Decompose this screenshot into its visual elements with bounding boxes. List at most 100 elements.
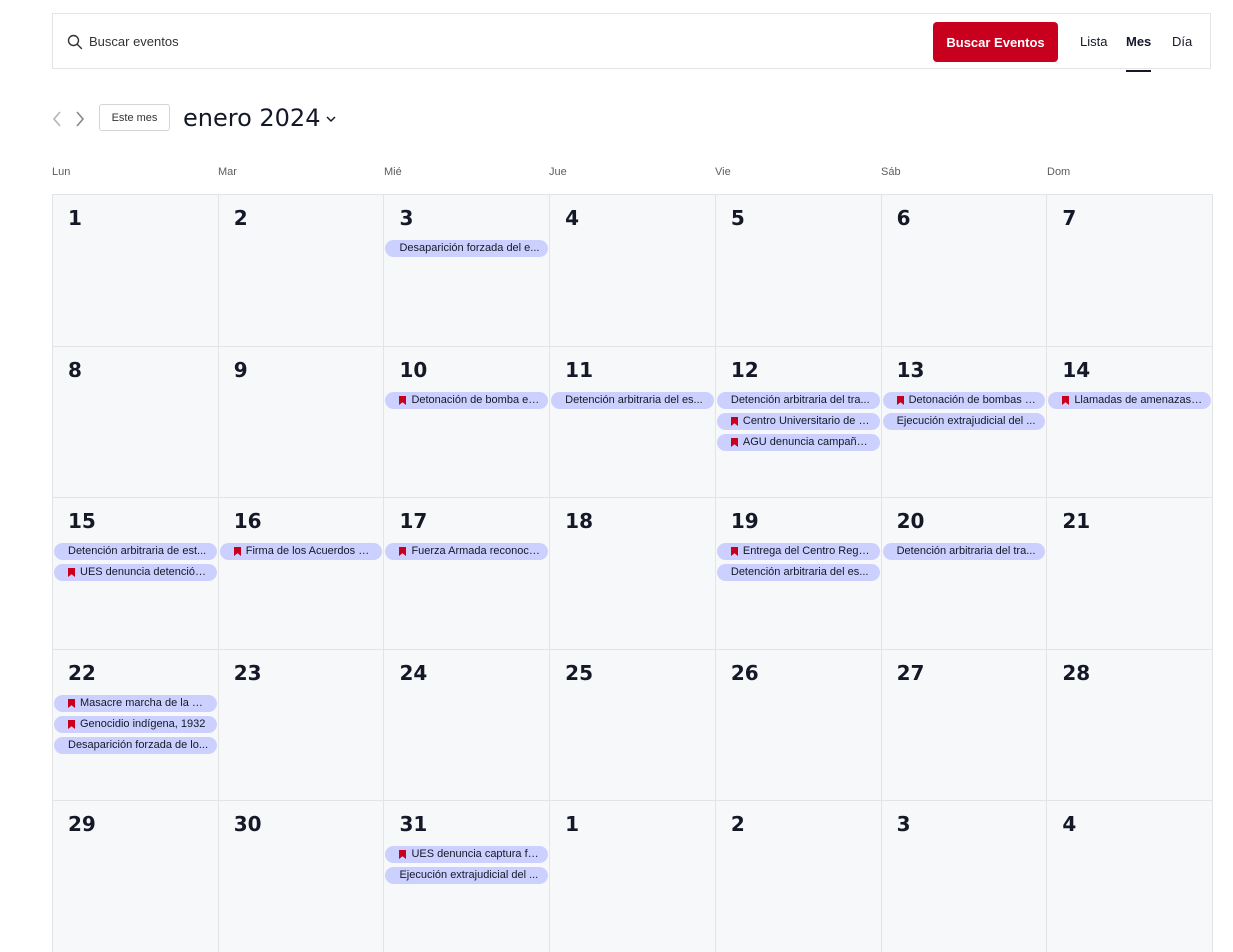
day-number[interactable]: 11: [565, 358, 593, 382]
calendar-day[interactable]: 22 Masacre marcha de la unid... Genocidio …: [52, 648, 218, 800]
day-number[interactable]: 27: [897, 661, 925, 685]
calendar-event[interactable]: Detención arbitraria del es...: [551, 391, 714, 409]
calendar-day[interactable]: 14 Llamadas de amenazas a ...: [1046, 345, 1214, 497]
calendar-day[interactable]: 25: [549, 648, 715, 800]
calendar-day[interactable]: 9: [217, 345, 384, 497]
calendar-day[interactable]: 29: [52, 800, 218, 952]
day-number[interactable]: 18: [565, 509, 593, 533]
calendar-day[interactable]: 31 UES denuncia captura fren... Ejecución …: [383, 800, 550, 952]
day-number[interactable]: 22: [68, 661, 96, 685]
calendar-event[interactable]: UES denuncia captura fren...: [385, 846, 549, 863]
calendar-event[interactable]: UES denuncia detención ar...: [54, 564, 217, 581]
calendar-day[interactable]: 2: [217, 194, 384, 346]
calendar-day[interactable]: 15 Detención arbitraria de est... UES denu…: [52, 497, 218, 649]
calendar-day[interactable]: 3: [880, 800, 1047, 952]
calendar-event[interactable]: AGU denuncia campaña d...: [716, 433, 880, 451]
calendar-event[interactable]: Ejecución extrajudicial del ...: [385, 867, 549, 884]
calendar-day[interactable]: 8: [52, 345, 218, 497]
day-number[interactable]: 4: [1062, 812, 1076, 836]
calendar-day[interactable]: 21: [1046, 497, 1214, 649]
day-number[interactable]: 19: [731, 509, 759, 533]
calendar-day[interactable]: 12 Detención arbitraria del tra... Centro …: [714, 345, 881, 497]
calendar-event[interactable]: Detención arbitraria del es...: [716, 564, 880, 581]
day-number[interactable]: 13: [897, 358, 925, 382]
day-number[interactable]: 23: [234, 661, 262, 685]
calendar-event[interactable]: Ejecución extrajudicial del ...: [882, 412, 1046, 430]
calendar-day[interactable]: 5: [714, 194, 881, 346]
day-number[interactable]: 1: [68, 206, 82, 230]
calendar-day[interactable]: 6: [880, 194, 1047, 346]
view-tab-list[interactable]: Lista: [1080, 14, 1107, 70]
calendar-event[interactable]: Detención arbitraria del tra...: [882, 543, 1046, 560]
calendar-day[interactable]: 24: [383, 648, 550, 800]
calendar-event[interactable]: Masacre marcha de la unid...: [54, 694, 217, 712]
calendar-day[interactable]: 30: [217, 800, 384, 952]
this-month-button[interactable]: Este mes: [99, 104, 170, 131]
calendar-day[interactable]: 27: [880, 648, 1047, 800]
calendar-event[interactable]: Entrega del Centro Region...: [716, 543, 880, 560]
calendar-day[interactable]: 1: [52, 194, 218, 346]
day-number[interactable]: 9: [234, 358, 248, 382]
calendar-day[interactable]: 4: [549, 194, 715, 346]
day-number[interactable]: 30: [234, 812, 262, 836]
calendar-day[interactable]: 28: [1046, 648, 1214, 800]
day-number[interactable]: 7: [1062, 206, 1076, 230]
day-number[interactable]: 10: [399, 358, 427, 382]
view-tab-month[interactable]: Mes: [1126, 14, 1152, 72]
day-number[interactable]: 14: [1062, 358, 1090, 382]
day-number[interactable]: 3: [897, 812, 911, 836]
day-number[interactable]: 25: [565, 661, 593, 685]
calendar-event[interactable]: Llamadas de amenazas a ...: [1048, 391, 1212, 409]
day-number[interactable]: 4: [565, 206, 579, 230]
calendar-day[interactable]: 3 Desaparición forzada del e...: [383, 194, 550, 346]
day-number[interactable]: 17: [399, 509, 427, 533]
day-number[interactable]: 21: [1062, 509, 1090, 533]
day-number[interactable]: 12: [731, 358, 759, 382]
calendar-day[interactable]: 18: [549, 497, 715, 649]
day-number[interactable]: 15: [68, 509, 96, 533]
calendar-event[interactable]: Detención arbitraria del tra...: [716, 391, 880, 409]
calendar-event[interactable]: Detonación de bomba en ...: [385, 391, 549, 409]
calendar-day[interactable]: 23: [217, 648, 384, 800]
search-input[interactable]: [89, 28, 689, 54]
calendar-day[interactable]: 7: [1046, 194, 1214, 346]
calendar-event[interactable]: Detonación de bombas en...: [882, 391, 1046, 409]
calendar-event[interactable]: Firma de los Acuerdos de ...: [219, 543, 383, 560]
day-number[interactable]: 20: [897, 509, 925, 533]
day-number[interactable]: 29: [68, 812, 96, 836]
day-number[interactable]: 3: [399, 206, 413, 230]
calendar-day[interactable]: 11 Detención arbitraria del es...: [549, 345, 715, 497]
day-number[interactable]: 6: [897, 206, 911, 230]
calendar-day[interactable]: 13 Detonación de bombas en... Ejecución ex…: [880, 345, 1047, 497]
view-tab-day[interactable]: Día: [1172, 14, 1192, 70]
day-number[interactable]: 28: [1062, 661, 1090, 685]
day-number[interactable]: 26: [731, 661, 759, 685]
day-number[interactable]: 5: [731, 206, 745, 230]
calendar-day[interactable]: 2: [714, 800, 881, 952]
prev-month-icon[interactable]: [50, 109, 64, 129]
day-number[interactable]: 31: [399, 812, 427, 836]
calendar-event[interactable]: Desaparición forzada de lo...: [54, 736, 217, 754]
day-number[interactable]: 8: [68, 358, 82, 382]
calendar-day[interactable]: 10 Detonación de bomba en ...: [383, 345, 550, 497]
next-month-icon[interactable]: [73, 109, 87, 129]
month-picker[interactable]: enero 2024: [183, 104, 337, 132]
calendar-day[interactable]: 4: [1046, 800, 1214, 952]
calendar-event[interactable]: Centro Universitario de Oc...: [716, 412, 880, 430]
calendar-day[interactable]: 19 Entrega del Centro Region... Detención …: [714, 497, 881, 649]
day-number[interactable]: 24: [399, 661, 427, 685]
calendar-event[interactable]: Desaparición forzada del e...: [385, 240, 549, 257]
day-number[interactable]: 1: [565, 812, 579, 836]
calendar-event[interactable]: Detención arbitraria de est...: [54, 543, 217, 560]
calendar-event[interactable]: Genocidio indígena, 1932: [54, 715, 217, 733]
calendar-day[interactable]: 20 Detención arbitraria del tra...: [880, 497, 1047, 649]
calendar-day[interactable]: 26: [714, 648, 881, 800]
calendar-day[interactable]: 1: [549, 800, 715, 952]
calendar-event[interactable]: Fuerza Armada reconoce c...: [385, 543, 549, 560]
find-events-button[interactable]: Buscar Eventos: [933, 22, 1058, 62]
calendar-day[interactable]: 16 Firma de los Acuerdos de ...: [217, 497, 384, 649]
day-number[interactable]: 2: [234, 206, 248, 230]
day-number[interactable]: 16: [234, 509, 262, 533]
calendar-day[interactable]: 17 Fuerza Armada reconoce c...: [383, 497, 550, 649]
day-number[interactable]: 2: [731, 812, 745, 836]
